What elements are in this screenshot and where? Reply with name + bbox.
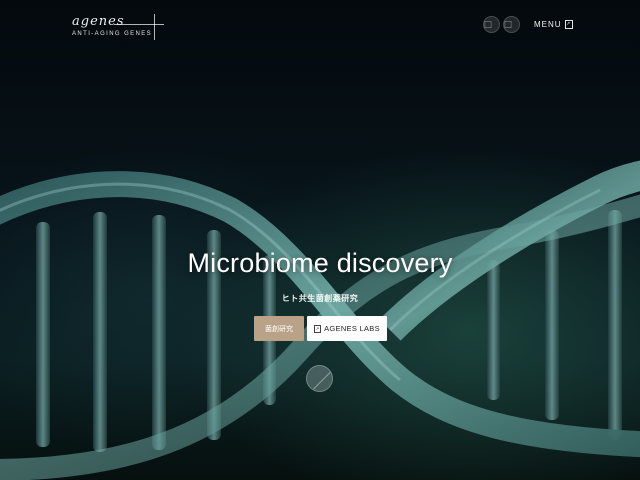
hero-subtitle: ヒト共生菌創薬研究: [281, 294, 359, 303]
menu-button[interactable]: MENU ↗: [534, 20, 573, 29]
site-logo[interactable]: agenes ANTI-AGING GENES: [72, 14, 164, 44]
logo-tagline: ANTI-AGING GENES: [72, 31, 153, 37]
agenes-labs-label: AGENES LABS: [324, 324, 380, 333]
research-button[interactable]: 菌創研究: [254, 316, 304, 341]
language-button-1[interactable]: ⃞: [483, 16, 500, 33]
agenes-labs-button[interactable]: ↗ AGENES LABS: [307, 316, 387, 341]
external-link-icon: ↗: [564, 20, 573, 29]
dna-helix-image: [0, 160, 640, 480]
logo-crosshair-line: [154, 14, 155, 40]
menu-label: MENU: [534, 20, 562, 29]
external-link-icon: ↗: [314, 324, 322, 333]
scroll-down-indicator-icon[interactable]: [306, 365, 333, 392]
scroll-indicator-line: [313, 367, 332, 390]
language-button-2[interactable]: ⃞: [503, 16, 520, 33]
hero-title: Microbiome discovery: [187, 248, 453, 278]
logo-crosshair-line: [114, 24, 164, 25]
logo-wordmark: agenes: [72, 14, 125, 29]
